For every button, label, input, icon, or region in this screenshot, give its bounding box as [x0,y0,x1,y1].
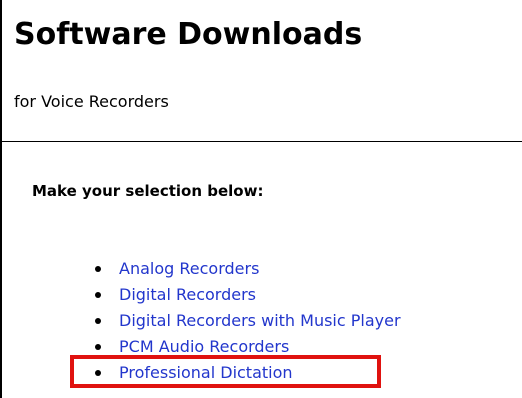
pcm-audio-recorders-link[interactable]: PCM Audio Recorders [119,337,289,356]
digital-recorders-link[interactable]: Digital Recorders [119,285,256,304]
bullet-icon [95,370,101,376]
list-item-pcm-audio-recorders: PCM Audio Recorders [2,336,401,362]
bullet-icon [95,266,101,272]
page-subtitle: for Voice Recorders [14,92,169,111]
page-title: Software Downloads [14,17,363,52]
analog-recorders-link[interactable]: Analog Recorders [119,259,259,278]
list-item-digital-recorders: Digital Recorders [2,284,401,310]
page: Software Downloads for Voice Recorders M… [0,0,522,398]
list-item-analog-recorders: Analog Recorders [2,258,401,284]
list-item-professional-dictation: Professional Dictation [2,362,401,388]
digital-recorders-music-player-link[interactable]: Digital Recorders with Music Player [119,311,401,330]
bullet-icon [95,292,101,298]
list-item-digital-recorders-music-player: Digital Recorders with Music Player [2,310,401,336]
professional-dictation-link[interactable]: Professional Dictation [119,363,293,382]
selection-prompt: Make your selection below: [32,182,264,200]
bullet-icon [95,318,101,324]
page-header: Software Downloads for Voice Recorders [2,0,522,142]
recorder-category-list: Analog Recorders Digital Recorders Digit… [2,258,401,388]
bullet-icon [95,344,101,350]
